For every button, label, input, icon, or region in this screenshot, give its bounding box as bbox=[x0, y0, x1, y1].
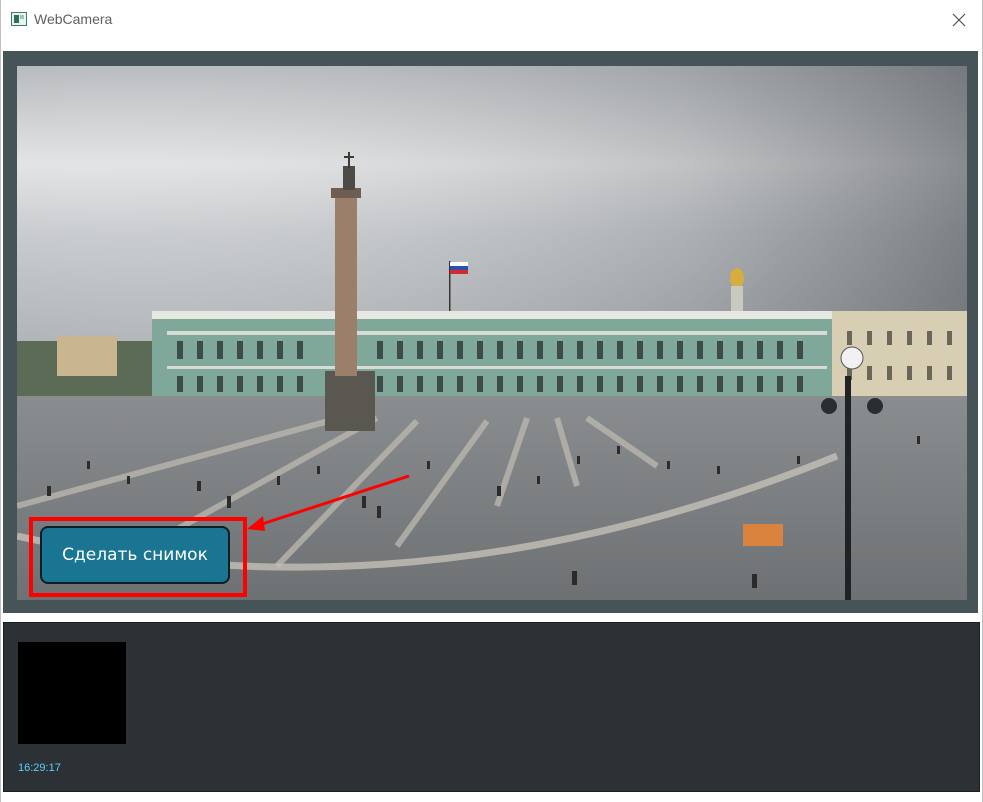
window-title: WebCamera bbox=[34, 11, 113, 27]
title-bar: WebCamera bbox=[1, 0, 982, 40]
take-snapshot-button[interactable]: Сделать снимок bbox=[40, 526, 230, 584]
webcamera-window: WebCamera Сделать снимок 16:29:17 bbox=[0, 0, 983, 802]
close-icon bbox=[952, 13, 966, 27]
close-button[interactable] bbox=[936, 0, 982, 40]
snapshot-gallery: 16:29:17 bbox=[3, 622, 980, 792]
snapshot-time: 16:29:17 bbox=[18, 762, 61, 774]
app-icon bbox=[11, 12, 27, 26]
snapshot-thumbnail[interactable] bbox=[18, 642, 126, 744]
